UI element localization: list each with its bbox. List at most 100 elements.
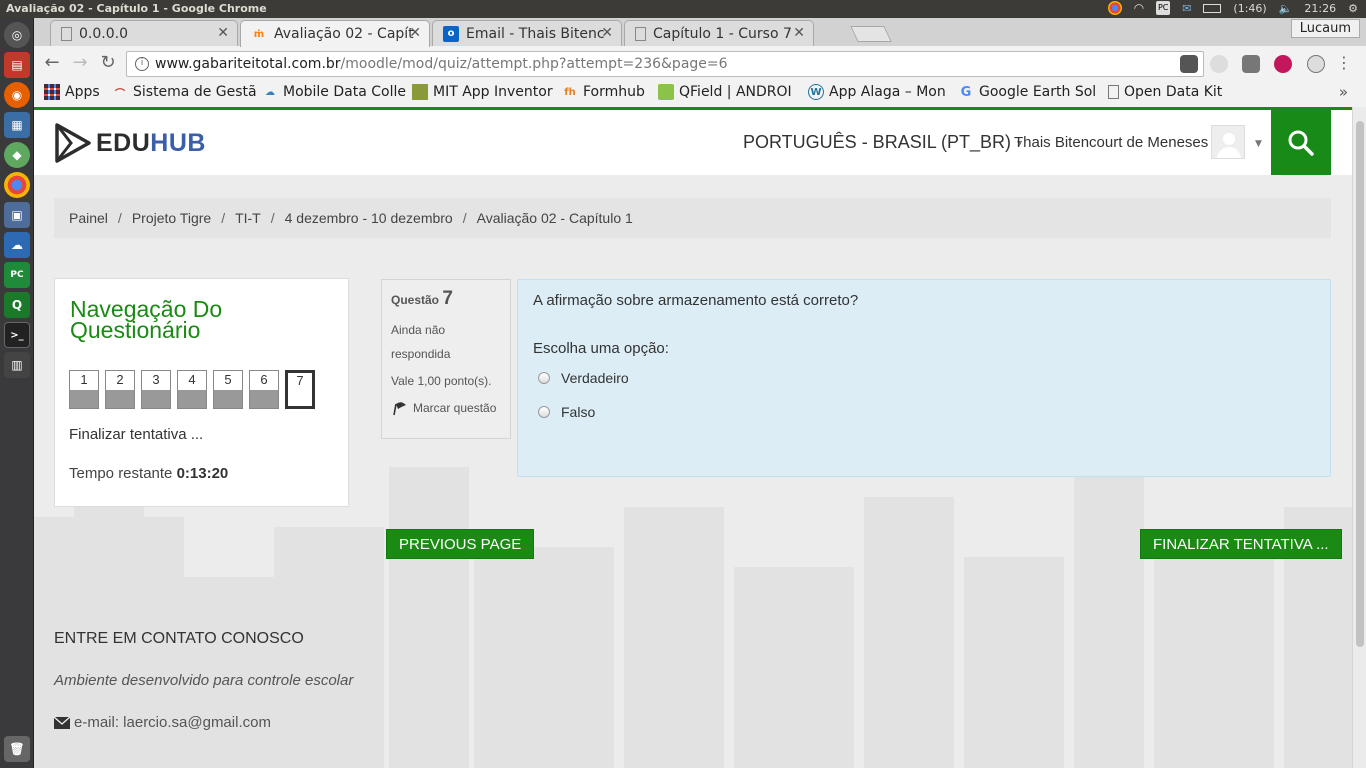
time-remaining-value: 0:13:20 <box>176 465 229 482</box>
flag-question-button[interactable]: Marcar questão <box>391 400 501 416</box>
trash-icon[interactable]: 🗑 <box>4 736 30 762</box>
forward-icon[interactable]: → <box>70 54 90 72</box>
finish-attempt-button[interactable]: FINALIZAR TENTATIVA ... <box>1140 529 1342 559</box>
window-manager-icon[interactable]: ▣ <box>4 202 30 228</box>
chrome-tray-icon[interactable] <box>1107 1 1122 15</box>
previous-page-button[interactable]: PREVIOUS PAGE <box>386 529 535 559</box>
bookmark-google-earth[interactable]: G Google Earth Sol <box>958 84 1097 100</box>
bookmark-odk[interactable]: Open Data Kit <box>1108 84 1222 100</box>
clock[interactable]: 21:26 <box>1304 2 1336 15</box>
breadcrumb-link[interactable]: Projeto Tigre <box>132 210 211 226</box>
search-button[interactable] <box>1271 110 1331 175</box>
breadcrumb-link[interactable]: TI-T <box>235 210 261 226</box>
mail-icon[interactable]: ✉ <box>1182 2 1191 15</box>
bookmark-formhub[interactable]: fh Formhub <box>562 84 645 100</box>
tab-email[interactable]: o Email - Thais Bitenc ✕ <box>432 20 622 46</box>
radio-button[interactable] <box>538 406 550 418</box>
reload-icon[interactable]: ↻ <box>98 54 118 72</box>
user-name[interactable]: Thais Bitencourt de Meneses <box>1014 134 1208 151</box>
formhub-icon: fh <box>564 86 576 98</box>
question-nav-button[interactable]: 2 <box>105 370 135 409</box>
avatar[interactable] <box>1211 125 1245 159</box>
wifi-icon[interactable]: ◠ <box>1134 1 1144 15</box>
profile-button[interactable]: Lucaum <box>1290 19 1360 38</box>
page-icon <box>1108 85 1119 99</box>
menu-icon[interactable]: ⋮ <box>1334 54 1354 72</box>
cloud-icon[interactable]: ☁ <box>4 232 30 258</box>
back-icon[interactable]: ← <box>42 54 62 72</box>
terminal-icon[interactable]: >_ <box>4 322 30 348</box>
workspaces-icon[interactable]: ▥ <box>4 352 30 378</box>
bookmark-mit[interactable]: MIT App Inventor <box>412 84 553 100</box>
extension-icon[interactable] <box>1274 55 1292 73</box>
bookmark-apps[interactable]: Apps <box>44 84 100 100</box>
cloud-icon: ☁ <box>265 86 275 98</box>
question-info: Questão 7 Ainda não respondida Vale 1,00… <box>381 279 511 439</box>
question-grade: Vale 1,00 ponto(s). <box>391 374 492 388</box>
quiz-navigation-title: Navegação Do Questionário <box>70 296 223 343</box>
volume-icon[interactable]: 🔈 <box>1279 2 1293 15</box>
bookmark-sistema[interactable]: ⌒ Sistema de Gestã <box>112 84 257 100</box>
h-extension-icon[interactable] <box>1307 55 1325 73</box>
chrome-launcher-icon[interactable] <box>4 172 30 198</box>
caret-down-icon[interactable]: ▼ <box>1255 139 1262 149</box>
close-icon[interactable]: ✕ <box>409 25 421 41</box>
finish-attempt-link[interactable]: Finalizar tentativa ... <box>69 426 203 443</box>
android-icon[interactable]: ◆ <box>4 142 30 168</box>
pocket-extension-icon[interactable] <box>1180 55 1198 73</box>
pycharm-tray-icon[interactable]: PC <box>1156 1 1171 15</box>
battery-icon[interactable] <box>1203 3 1222 13</box>
extension-icon[interactable] <box>1210 55 1228 73</box>
breadcrumb-current[interactable]: Avaliação 02 - Capítulo 1 <box>477 210 633 226</box>
tab-label: 0.0.0.0 <box>79 25 128 42</box>
question-nav-button[interactable]: 6 <box>249 370 279 409</box>
tab-chapter[interactable]: Capítulo 1 - Curso 7 ✕ <box>624 20 814 46</box>
answer-option-false[interactable]: Falso <box>538 404 595 420</box>
window-title: Avaliação 02 - Capítulo 1 - Google Chrom… <box>6 2 267 15</box>
chevron-right-icon[interactable]: » <box>1339 83 1348 101</box>
new-tab-button[interactable] <box>850 26 892 42</box>
libreoffice-icon[interactable]: ▦ <box>4 112 30 138</box>
bookmark-mobile-data[interactable]: ☁ Mobile Data Colle <box>262 84 406 100</box>
dash-icon[interactable]: ◎ <box>4 22 30 48</box>
info-icon[interactable]: i <box>135 57 149 71</box>
question-nav-button[interactable]: 3 <box>141 370 171 409</box>
logo-mark-icon <box>55 123 91 163</box>
close-icon[interactable]: ✕ <box>217 25 229 41</box>
question-nav-button-current[interactable]: 7 <box>285 370 315 409</box>
language-selector[interactable]: PORTUGUÊS - BRASIL (PT_BR) ▼ <box>743 132 1024 153</box>
pycharm-icon[interactable]: PC <box>4 262 30 288</box>
footer-email[interactable]: e-mail: laercio.sa@gmail.com <box>54 714 271 731</box>
firefox-icon[interactable]: ◉ <box>4 82 30 108</box>
envelope-icon <box>54 716 70 729</box>
tab-strip: 0.0.0.0 ✕ ṁ Avaliação 02 - Capít ✕ o Ema… <box>34 18 1366 47</box>
close-icon[interactable]: ✕ <box>793 25 805 41</box>
time-remaining: Tempo restante 0:13:20 <box>69 465 228 482</box>
scrollbar-thumb[interactable] <box>1356 121 1364 647</box>
eduhub-logo[interactable]: EDUHUB <box>54 122 206 164</box>
address-bar[interactable]: i www.gabariteitotal.com.br/moodle/mod/q… <box>126 51 1204 77</box>
bookmark-qfield[interactable]: QField | ANDROI <box>658 84 792 100</box>
settings-icon[interactable]: ⚙ <box>1348 2 1358 15</box>
question-nav-button[interactable]: 4 <box>177 370 207 409</box>
launcher: ◎ ▤ ◉ ▦ ◆ ▣ ☁ PC Q >_ ▥ 🗑 <box>0 18 34 768</box>
mit-icon <box>412 84 428 100</box>
option-label: Falso <box>561 404 596 420</box>
question-nav-button[interactable]: 1 <box>69 370 99 409</box>
quiz-navigation-block: Navegação Do Questionário 1 2 3 4 5 6 7 … <box>54 278 349 507</box>
bookmark-app-alaga[interactable]: W App Alaga – Mon <box>808 84 946 100</box>
tab-quiz[interactable]: ṁ Avaliação 02 - Capít ✕ <box>240 20 430 47</box>
angular-extension-icon[interactable] <box>1242 55 1260 73</box>
question-nav-button[interactable]: 5 <box>213 370 243 409</box>
close-icon[interactable]: ✕ <box>601 25 613 41</box>
files-icon[interactable]: ▤ <box>4 52 30 78</box>
breadcrumb-link[interactable]: 4 dezembro - 10 dezembro <box>285 210 453 226</box>
time-remaining-label: Tempo restante <box>69 465 173 482</box>
page-scrollbar[interactable] <box>1352 107 1366 768</box>
answer-option-true[interactable]: Verdadeiro <box>538 370 629 386</box>
logo-text-edu: EDU <box>96 128 151 157</box>
qgis-icon[interactable]: Q <box>4 292 30 318</box>
radio-button[interactable] <box>538 372 550 384</box>
tab-blank[interactable]: 0.0.0.0 ✕ <box>50 20 238 46</box>
breadcrumb-link[interactable]: Painel <box>69 210 108 226</box>
